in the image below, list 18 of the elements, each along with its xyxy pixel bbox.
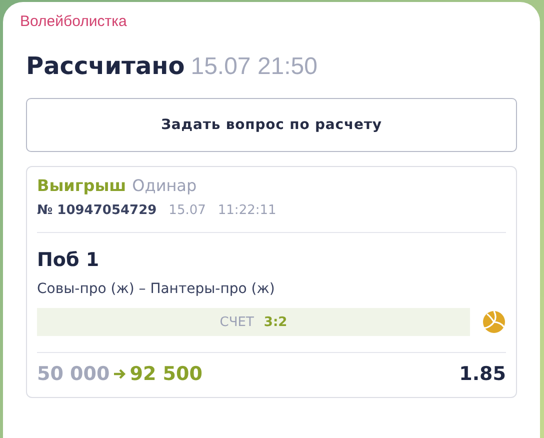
bet-odds: 1.85 xyxy=(459,363,506,385)
bet-outcome: Поб 1 xyxy=(37,249,100,271)
match-score: 3:2 xyxy=(264,314,288,330)
sender-name: Волейболистка xyxy=(20,13,128,30)
payout-amount: 92 500 xyxy=(130,363,202,385)
bet-status: Рассчитано xyxy=(26,52,185,80)
ask-question-button[interactable]: Задать вопрос по расчету xyxy=(26,98,517,152)
arrow-right-icon xyxy=(112,367,127,381)
bet-result: Выигрыш xyxy=(37,176,126,195)
bet-date: 15.07 xyxy=(168,203,206,218)
settled-time: 15.07 21:50 xyxy=(190,53,318,81)
bet-type: Одинар xyxy=(132,176,197,195)
match-teams: Совы-про (ж) – Пантеры-про (ж) xyxy=(37,281,276,297)
bet-time: 11:22:11 xyxy=(218,203,276,218)
volleyball-icon xyxy=(482,310,506,334)
score-label: СЧЕТ xyxy=(220,314,254,330)
stake-amount: 50 000 xyxy=(37,363,110,385)
bet-number: № 10947054729 xyxy=(37,203,157,218)
